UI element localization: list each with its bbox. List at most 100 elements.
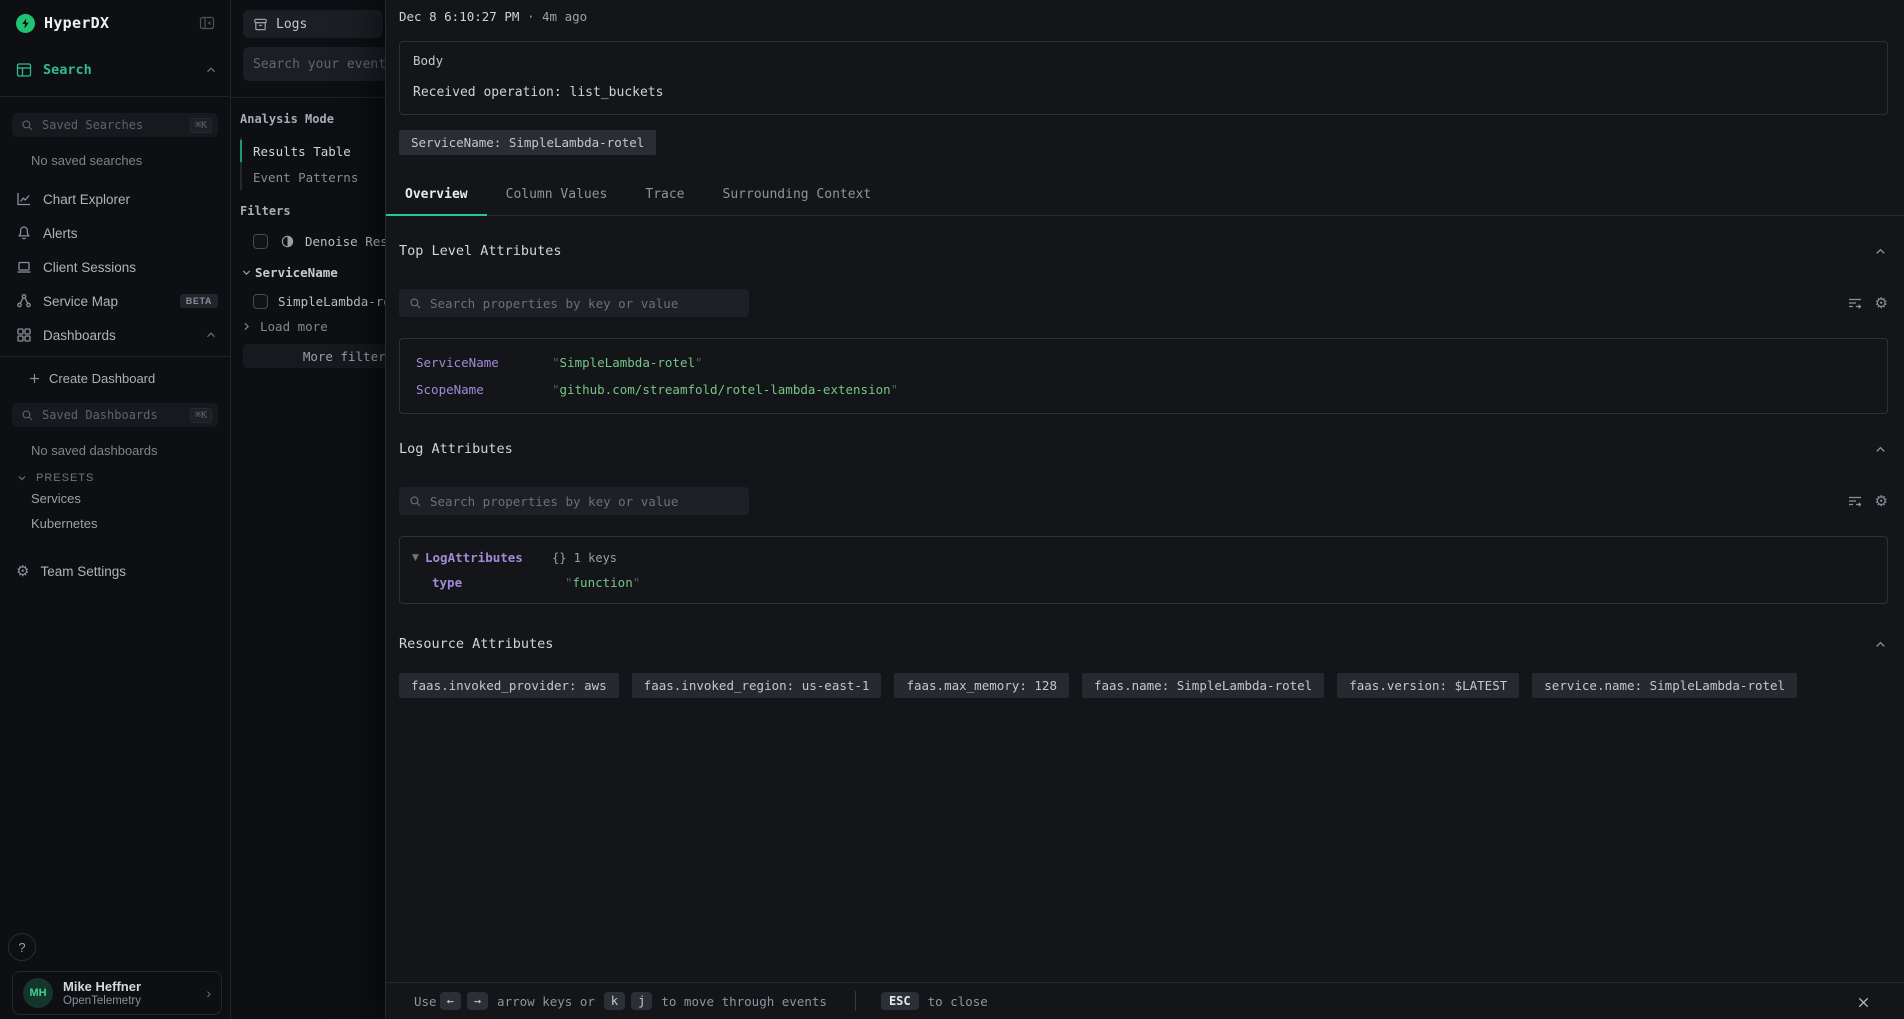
sidebar-item-label: Team Settings <box>40 564 126 579</box>
shortcut-badge: ⌘K <box>190 118 212 133</box>
sidebar-collapse-icon[interactable] <box>196 12 218 34</box>
sidebar-item-label: Service Map <box>43 294 118 309</box>
section-title: Log Attributes <box>399 441 513 457</box>
log-attributes-tree: ▼ LogAttributes {} 1 keys type function <box>399 536 1888 604</box>
bell-icon <box>16 225 32 241</box>
key-esc: ESC <box>881 992 919 1010</box>
tree-meta: {} 1 keys <box>552 551 617 565</box>
search-icon <box>409 495 422 508</box>
sidebar-item-team-settings[interactable]: ⚙ Team Settings <box>0 554 230 588</box>
log-attributes-search-input[interactable]: Search properties by key or value <box>399 487 749 515</box>
chevron-up-icon <box>204 328 218 342</box>
resource-chip[interactable]: faas.max_memory: 128 <box>894 673 1069 698</box>
resource-chip[interactable]: service.name: SimpleLambda-rotel <box>1532 673 1797 698</box>
top-level-attributes-header: Top Level Attributes <box>399 243 1888 259</box>
key-arrow-right: → <box>467 992 488 1010</box>
caret-down-icon[interactable]: ▼ <box>412 553 425 563</box>
saved-searches-input[interactable]: Saved Searches ⌘K <box>12 113 218 137</box>
search-placeholder: Search properties by key or value <box>430 494 678 509</box>
resource-chip[interactable]: faas.name: SimpleLambda-rotel <box>1082 673 1324 698</box>
top-level-attributes-table: ServiceName SimpleLambda-rotel ScopeName… <box>399 338 1888 414</box>
resource-chip[interactable]: faas.invoked_provider: aws <box>399 673 619 698</box>
collapse-section-icon[interactable] <box>1873 637 1888 652</box>
logo-row: HyperDX <box>16 12 218 34</box>
gear-icon[interactable]: ⚙ <box>1875 296 1888 311</box>
attribute-key: ServiceName <box>416 355 552 370</box>
sidebar-item-client-sessions[interactable]: Client Sessions <box>0 250 230 284</box>
key-arrow-left: ← <box>440 992 461 1010</box>
service-value-checkbox[interactable] <box>253 294 268 309</box>
close-drawer-icon[interactable] <box>1852 991 1874 1013</box>
dashboards-icon <box>16 327 32 343</box>
divider <box>0 356 230 357</box>
chevron-right-icon <box>240 320 253 333</box>
create-dashboard-button[interactable]: Create Dashboard <box>0 361 230 395</box>
chevron-down-icon <box>240 266 253 279</box>
sidebar-item-search[interactable]: Search <box>16 60 218 80</box>
source-select-value: Logs <box>276 17 307 32</box>
source-select[interactable]: Logs <box>243 10 383 38</box>
sidebar-item-alerts[interactable]: Alerts <box>0 216 230 250</box>
resource-attribute-chips: faas.invoked_provider: aws faas.invoked_… <box>399 673 1888 698</box>
event-timestamp: Dec 8 6:10:27 PM <box>399 9 519 24</box>
collapse-section-icon[interactable] <box>1873 244 1888 259</box>
search-placeholder: Search properties by key or value <box>430 296 678 311</box>
avatar: MH <box>23 978 53 1008</box>
search-icon <box>409 297 422 310</box>
collapse-section-icon[interactable] <box>1873 442 1888 457</box>
attribute-value: github.com/streamfold/rotel-lambda-exten… <box>552 382 898 397</box>
search-icon <box>21 409 34 422</box>
tree-key: type <box>432 575 565 590</box>
saved-dashboards-placeholder: Saved Dashboards <box>42 408 190 422</box>
attribute-key: ScopeName <box>416 382 552 397</box>
sidebar-item-chart-explorer[interactable]: Chart Explorer <box>0 182 230 216</box>
chevron-up-icon <box>204 63 218 77</box>
gear-icon[interactable]: ⚙ <box>1875 494 1888 509</box>
tree-key: LogAttributes <box>425 550 552 565</box>
logs-source-icon <box>253 17 268 32</box>
tab-trace[interactable]: Trace <box>626 187 703 215</box>
top-level-search-input[interactable]: Search properties by key or value <box>399 289 749 317</box>
search-icon <box>21 119 34 132</box>
denoise-checkbox[interactable] <box>253 234 268 249</box>
help-button[interactable]: ? <box>8 933 36 961</box>
tree-root-row[interactable]: ▼ LogAttributes {} 1 keys <box>400 545 1887 570</box>
event-timestamp-row: Dec 8 6:10:27 PM · 4m ago <box>399 0 1888 24</box>
load-more-label: Load more <box>260 319 328 334</box>
sidebar-item-label: Chart Explorer <box>43 192 130 207</box>
sidebar-item-service-map[interactable]: Service Map BETA <box>0 284 230 318</box>
service-name-chip[interactable]: ServiceName: SimpleLambda-rotel <box>399 130 656 155</box>
service-map-icon <box>16 293 32 309</box>
tab-surrounding-context[interactable]: Surrounding Context <box>704 187 891 215</box>
presets-label: PRESETS <box>36 472 94 484</box>
section-title: Top Level Attributes <box>399 243 562 259</box>
user-card[interactable]: MH Mike Heffner OpenTelemetry › <box>12 971 222 1015</box>
sidebar-item-dashboards[interactable]: Dashboards <box>0 318 230 352</box>
app-title: HyperDX <box>44 14 109 32</box>
resource-chip[interactable]: faas.version: $LATEST <box>1337 673 1519 698</box>
attribute-row[interactable]: ServiceName SimpleLambda-rotel <box>400 349 1887 376</box>
resource-chip[interactable]: faas.invoked_region: us-east-1 <box>632 673 882 698</box>
gear-icon: ⚙ <box>16 564 29 579</box>
sidebar: HyperDX Search Saved Searches ⌘K No save… <box>0 0 231 1019</box>
tree-child-row[interactable]: type function <box>400 570 1887 595</box>
attribute-row[interactable]: ScopeName github.com/streamfold/rotel-la… <box>400 376 1887 403</box>
sidebar-item-label: Alerts <box>43 226 78 241</box>
tab-overview[interactable]: Overview <box>386 187 487 215</box>
saved-dashboards-input[interactable]: Saved Dashboards ⌘K <box>12 403 218 427</box>
footer-or-text: arrow keys or <box>497 994 595 1009</box>
preset-item-kubernetes[interactable]: Kubernetes <box>0 511 230 536</box>
attribute-value: SimpleLambda-rotel <box>552 355 703 370</box>
preset-item-services[interactable]: Services <box>0 486 230 511</box>
sidebar-item-label: Search <box>43 62 92 78</box>
presets-toggle[interactable]: PRESETS <box>16 470 230 486</box>
expand-lines-icon[interactable] <box>1847 493 1863 509</box>
shortcut-badge: ⌘K <box>190 408 212 423</box>
search-section-icon <box>16 62 32 78</box>
chevron-right-icon: › <box>206 985 211 1001</box>
drawer-footer: Use ← → arrow keys or k j to move throug… <box>386 982 1904 1019</box>
tab-column-values[interactable]: Column Values <box>487 187 627 215</box>
expand-lines-icon[interactable] <box>1847 295 1863 311</box>
no-saved-searches-text: No saved searches <box>31 153 230 168</box>
event-time-ago: 4m ago <box>542 9 587 24</box>
